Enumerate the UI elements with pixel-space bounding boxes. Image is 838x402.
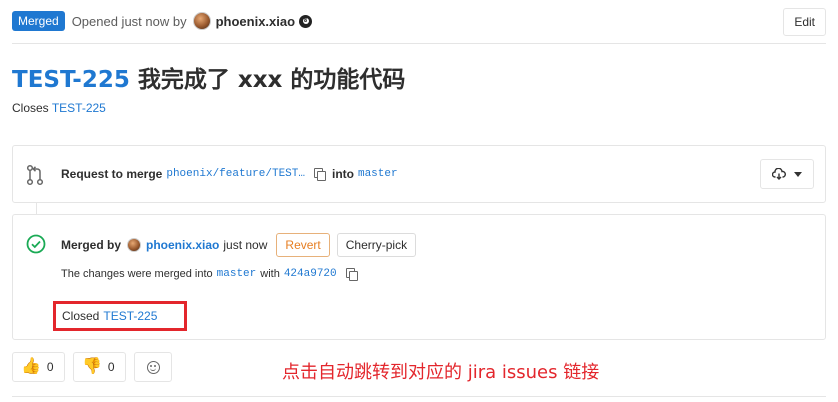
changes-prefix: The changes were merged into (61, 268, 213, 280)
closes-issue-link[interactable]: TEST-225 (52, 101, 106, 115)
merged-widget: Merged by phoenix.xiao just now Revert C… (12, 214, 826, 340)
chevron-down-icon (794, 171, 802, 177)
opened-text: Opened just now by (71, 13, 187, 29)
target-branch-link[interactable]: master (358, 168, 398, 180)
closed-issue-link[interactable]: TEST-225 (103, 309, 157, 323)
thumbs-up-icon: 👍 (21, 358, 41, 375)
branch-icon (26, 164, 44, 186)
avatar[interactable] (127, 238, 142, 252)
merged-target-branch-link[interactable]: master (217, 268, 257, 280)
connector-line (36, 203, 37, 214)
issue-key-link[interactable]: TEST-225 (12, 67, 130, 93)
commit-sha-link[interactable]: 424a9720 (284, 268, 337, 280)
merged-by-author-link[interactable]: phoenix.xiao (146, 238, 219, 252)
thumbs-up-award-button[interactable]: 👍 0 (12, 352, 65, 382)
author-link[interactable]: phoenix.xiao (216, 14, 295, 29)
closed-issues-highlight: Closed TEST-225 (53, 301, 187, 331)
annotation-text: 点击自动跳转到对应的 jira issues 链接 (282, 362, 600, 383)
edit-button[interactable]: Edit (783, 8, 826, 36)
merge-request-widget: Request to merge phoenix/feature/TEST… i… (12, 145, 826, 203)
merged-time: just now (223, 238, 268, 252)
status-badge: Merged (12, 11, 65, 31)
copy-icon[interactable] (313, 168, 326, 181)
thumbs-down-icon: 👎 (82, 358, 102, 375)
description: Closes TEST-225 (12, 101, 106, 115)
page-title: TEST-225 我完成了 xxx 的功能代码 (12, 60, 405, 94)
thumbs-up-count: 0 (46, 360, 54, 374)
mr-header: Merged Opened just now by phoenix.xiao 8… (12, 8, 826, 36)
closes-label: Closes (12, 101, 49, 115)
copy-icon[interactable] (345, 268, 358, 281)
eight-ball-icon: 8 (299, 14, 313, 28)
merged-by-label: Merged by (61, 238, 122, 252)
download-icon (772, 168, 786, 180)
add-reaction-button[interactable] (134, 352, 172, 382)
into-label: into (331, 167, 354, 181)
with-label: with (260, 268, 280, 280)
source-branch-link[interactable]: phoenix/feature/TEST… (166, 168, 305, 180)
thumbs-down-award-button[interactable]: 👎 0 (73, 352, 126, 382)
download-dropdown-button[interactable] (760, 159, 814, 189)
merged-by-line: Merged by phoenix.xiao just now Revert C… (61, 233, 417, 257)
divider (12, 43, 826, 44)
title-text: 我完成了 xxx 的功能代码 (137, 67, 406, 93)
closed-label: Closed (62, 309, 100, 323)
request-to-merge-text: Request to merge phoenix/feature/TEST… i… (61, 167, 398, 181)
check-circle-icon (26, 234, 46, 254)
avatar[interactable] (192, 12, 211, 30)
thumbs-down-count: 0 (107, 360, 115, 374)
request-label: Request to merge (61, 167, 163, 181)
revert-button[interactable]: Revert (276, 233, 330, 257)
cherry-pick-button[interactable]: Cherry-pick (336, 233, 417, 257)
changes-merged-line: The changes were merged into master with… (61, 268, 358, 281)
divider (12, 396, 826, 397)
smiley-icon (146, 360, 160, 374)
